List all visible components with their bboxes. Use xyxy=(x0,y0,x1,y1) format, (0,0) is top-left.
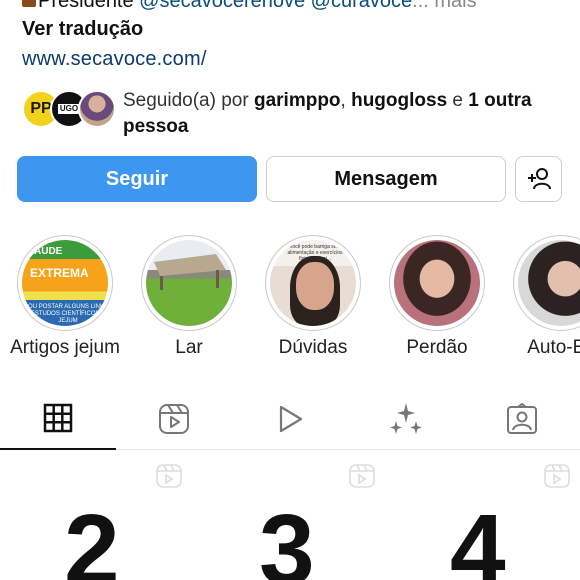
bio-tags[interactable]: @secavocerenove @curavoce xyxy=(139,0,412,12)
briefcase-icon xyxy=(22,0,36,7)
avatar-other xyxy=(78,90,116,128)
tab-tagged[interactable] xyxy=(464,388,580,450)
highlight-cover: AUDE EXTREMA OU POSTAR ALGUNS LINKS ESTU… xyxy=(22,240,108,326)
grid-icon xyxy=(43,403,73,433)
follow-button[interactable]: Seguir xyxy=(17,156,257,202)
highlight-ring: AUDE EXTREMA OU POSTAR ALGUNS LINKS ESTU… xyxy=(17,235,113,331)
posts-grid: 2 3 4 xyxy=(0,452,580,580)
followed-by-text[interactable]: Seguido(a) por garimppo, hugogloss e 1 o… xyxy=(123,88,543,140)
tagged-icon xyxy=(507,403,537,434)
tab-guides[interactable] xyxy=(348,388,464,450)
highlight-lar[interactable]: Lar xyxy=(127,232,251,359)
reel-badge-icon xyxy=(349,464,375,488)
tab-reels[interactable] xyxy=(116,388,232,450)
post-thumbnail[interactable]: 3 xyxy=(193,452,386,580)
cover-face xyxy=(296,262,334,310)
highlight-cover xyxy=(394,240,480,326)
bio-ellipsis: ... xyxy=(412,0,429,12)
profile-tabs xyxy=(0,388,580,450)
reel-badge-icon xyxy=(156,464,182,488)
cover-text-1: AUDE xyxy=(34,246,63,257)
highlight-label: Perdão xyxy=(406,337,468,358)
highlight-label: Auto-Es xyxy=(527,337,580,358)
post-number: 4 xyxy=(450,494,506,580)
highlight-cover xyxy=(146,240,232,326)
story-highlights: AUDE EXTREMA OU POSTAR ALGUNS LINKS ESTU… xyxy=(0,232,580,362)
highlight-ring: Você pode barriga sem alimentação e exer… xyxy=(265,235,361,331)
followed-and: e xyxy=(447,90,469,111)
sparkles-icon xyxy=(390,403,422,434)
post-thumbnail[interactable]: 2 xyxy=(0,452,193,580)
website-link[interactable]: www.secavoce.com/ xyxy=(22,48,207,71)
pergola-image xyxy=(154,254,226,290)
highlight-ring xyxy=(513,235,580,331)
tab-videos[interactable] xyxy=(232,388,348,450)
mutual-followers-avatars[interactable]: PP UGO xyxy=(22,90,118,130)
bio-line: Presidente @secavocerenove @curavoce... … xyxy=(22,0,562,14)
bio-prefix: Presidente xyxy=(38,0,140,12)
highlight-ring xyxy=(141,235,237,331)
reel-badge-icon xyxy=(544,464,570,488)
followed-prefix: Seguido(a) por xyxy=(123,90,254,111)
followed-user1: garimppo xyxy=(253,90,341,111)
cover-text-2: EXTREMA xyxy=(30,266,89,280)
highlight-cover: Você pode barriga sem alimentação e exer… xyxy=(270,240,356,326)
highlight-label: Artigos jejum xyxy=(10,337,120,358)
highlight-label: Dúvidas xyxy=(278,337,348,358)
reels-icon xyxy=(159,404,189,434)
highlight-cover xyxy=(518,240,580,326)
highlight-duvidas[interactable]: Você pode barriga sem alimentação e exer… xyxy=(251,232,375,359)
see-translation-link[interactable]: Ver tradução xyxy=(22,18,143,41)
followed-sep: , xyxy=(340,90,352,111)
post-number: 3 xyxy=(259,494,315,580)
post-number: 2 xyxy=(64,494,120,580)
add-person-icon xyxy=(527,168,551,190)
highlight-perdao[interactable]: Perdão xyxy=(375,232,499,359)
post-thumbnail[interactable]: 4 xyxy=(386,452,579,580)
bio-more-link[interactable]: mais xyxy=(434,0,476,12)
highlight-ring xyxy=(389,235,485,331)
followed-user2: hugogloss xyxy=(351,90,448,111)
cover-text: Você pode barriga sem alimentação e exer… xyxy=(287,244,343,262)
highlight-auto-estima[interactable]: Auto-Es xyxy=(499,232,580,359)
cover-text-3: OU POSTAR ALGUNS LINKS ESTUDOS CIENTÍFIC… xyxy=(28,304,108,324)
avatar-hugogloss-text: UGO xyxy=(57,104,81,114)
highlight-artigos-jejum[interactable]: AUDE EXTREMA OU POSTAR ALGUNS LINKS ESTU… xyxy=(3,232,127,359)
play-icon xyxy=(279,405,303,433)
message-button[interactable]: Mensagem xyxy=(266,156,506,202)
highlight-label: Lar xyxy=(175,337,203,358)
suggested-accounts-button[interactable] xyxy=(515,156,562,202)
tab-posts-grid[interactable] xyxy=(0,388,116,450)
